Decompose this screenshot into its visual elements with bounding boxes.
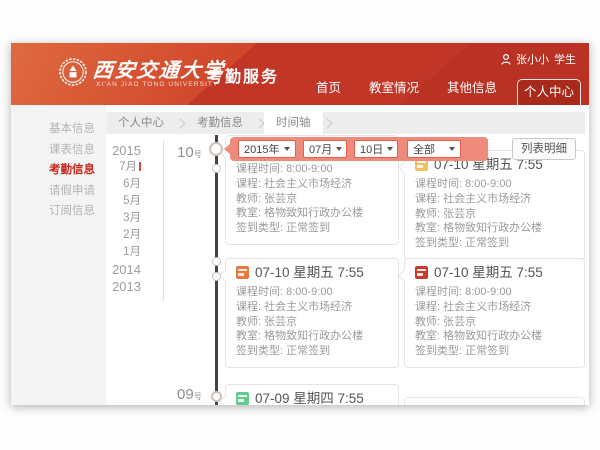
- card-field-教师: 教师: 张芸京: [415, 207, 574, 222]
- sidebar-item-timetable[interactable]: 课表信息: [11, 140, 106, 161]
- card-field-课程时间: 课程时间: 8:00-9:00: [415, 285, 574, 300]
- attendance-card-partial: [404, 397, 585, 405]
- year-dropdown[interactable]: 2015年: [238, 140, 296, 158]
- timeline-node: [212, 257, 221, 266]
- app-window: 西安交通大学 XI'AN JIAO TONG UNIVERSITY 考勤服务 张…: [11, 43, 589, 405]
- card-field-教师: 教师: 张芸京: [236, 192, 388, 207]
- nav-item-classrooms[interactable]: 教室情况: [355, 77, 433, 105]
- card-field-教师: 教师: 张芸京: [415, 315, 574, 330]
- timeline-node: [209, 142, 223, 156]
- category-dropdown-value: 全部: [413, 141, 435, 157]
- sidebar-item-subscription[interactable]: 订阅信息: [11, 201, 106, 222]
- card-field-签到类型: 签到类型: 正常签到: [236, 221, 388, 236]
- timeline-node: [212, 272, 221, 281]
- calendar-status-icon: [236, 266, 249, 279]
- card-field-签到类型: 签到类型: 正常签到: [415, 344, 574, 359]
- university-seal-icon: [58, 57, 88, 87]
- timeline-month-6[interactable]: 6月: [96, 176, 141, 193]
- attendance-card: 07-09 星期四 7:55: [225, 384, 399, 405]
- card-date: 07-10 星期五 7:55: [434, 265, 543, 280]
- card-field-课程时间: 课程时间: 8:00-9:00: [236, 162, 388, 177]
- card-field-教室: 教室: 格物致知行政办公楼: [236, 206, 388, 221]
- timeline-divider: [163, 141, 164, 301]
- timeline-month-3[interactable]: 3月: [96, 210, 141, 227]
- card-header: 07-10 星期五 7:55: [226, 259, 398, 282]
- timeline-year-2014[interactable]: 2014: [96, 261, 141, 278]
- day-dropdown[interactable]: 10日: [354, 140, 398, 158]
- year-dropdown-value: 2015年: [244, 141, 279, 157]
- card-field-课程: 课程: 社会主义市场经济: [236, 177, 388, 192]
- timeline-year-2015[interactable]: 2015: [96, 142, 141, 159]
- breadcrumb-attendance-info[interactable]: 考勤信息: [185, 112, 255, 134]
- nav-item-other-info[interactable]: 其他信息: [433, 77, 511, 105]
- timeline-year-2013[interactable]: 2013: [96, 278, 141, 295]
- calendar-status-icon: [415, 266, 428, 279]
- timeline-month-5[interactable]: 5月: [96, 193, 141, 210]
- header: 西安交通大学 XI'AN JIAO TONG UNIVERSITY 考勤服务 张…: [11, 43, 589, 105]
- user-info[interactable]: 张小小 学生: [501, 51, 576, 67]
- sidebar-item-basic-info[interactable]: 基本信息: [11, 119, 106, 140]
- card-date: 07-09 星期四 7:55: [255, 391, 364, 405]
- card-header: 07-09 星期四 7:55: [226, 385, 398, 405]
- calendar-status-icon: [236, 392, 249, 405]
- card-field-课程: 课程: 社会主义市场经济: [415, 192, 574, 207]
- timeline-month-1[interactable]: 1月: [96, 244, 141, 261]
- day-dropdown-value: 10日: [360, 141, 383, 157]
- card-field-教室: 教室: 格物致知行政办公楼: [236, 329, 388, 344]
- card-body: 课程时间: 8:00-9:00课程: 社会主义市场经济教师: 张芸京教室: 格物…: [226, 159, 398, 244]
- timeline-scale: 2015 7月 6月 5月 3月 2月 1月 2014 2013: [96, 142, 141, 295]
- card-header: 07-10 星期五 7:55: [405, 259, 584, 282]
- caret-down-icon: [284, 147, 290, 151]
- timeline-node: [212, 164, 221, 173]
- card-date: 07-10 星期五 7:55: [255, 265, 364, 280]
- sidebar-item-attendance[interactable]: 考勤信息: [11, 160, 106, 181]
- timeline-month-2[interactable]: 2月: [96, 227, 141, 244]
- card-field-课程时间: 课程时间: 8:00-9:00: [236, 285, 388, 300]
- card-field-签到类型: 签到类型: 正常签到: [415, 236, 574, 251]
- university-name-en: XI'AN JIAO TONG UNIVERSITY: [96, 81, 218, 88]
- card-field-签到类型: 签到类型: 正常签到: [236, 344, 388, 359]
- timeline-day-09: 09号: [177, 386, 202, 404]
- breadcrumb-personal-center[interactable]: 个人中心: [106, 112, 176, 134]
- card-field-课程: 课程: 社会主义市场经济: [236, 300, 388, 315]
- attendance-card: 07-10 星期五 7:55 课程时间: 8:00-9:00课程: 社会主义市场…: [225, 258, 399, 368]
- timeline-node: [211, 391, 222, 402]
- card-field-教师: 教师: 张芸京: [236, 315, 388, 330]
- timeline-month-7[interactable]: 7月: [96, 159, 141, 176]
- user-name: 张小小: [516, 51, 549, 67]
- card-field-教室: 教室: 格物致知行政办公楼: [415, 329, 574, 344]
- caret-down-icon: [449, 147, 455, 151]
- attendance-card: 07-10 星期五 7:55 课程时间: 8:00-9:00课程: 社会主义市场…: [404, 150, 585, 260]
- card-field-课程时间: 课程时间: 8:00-9:00: [415, 177, 574, 192]
- timeline-day-10: 10号: [177, 144, 202, 162]
- timeline-axis: [215, 135, 218, 405]
- user-role: 学生: [554, 51, 576, 67]
- date-filter-bar: 2015年 07月 10日 全部: [230, 137, 488, 161]
- nav-item-personal-center[interactable]: 个人中心: [517, 79, 581, 105]
- month-dropdown[interactable]: 07月: [303, 140, 347, 158]
- card-body: 课程时间: 8:00-9:00课程: 社会主义市场经济教师: 张芸京教室: 格物…: [405, 174, 584, 259]
- caret-down-icon: [387, 147, 393, 151]
- nav-item-home[interactable]: 首页: [302, 77, 355, 105]
- chevron-right-icon: [322, 118, 332, 128]
- user-icon: [501, 54, 511, 65]
- main-nav: 首页 教室情况 其他信息 个人中心: [302, 77, 581, 105]
- sidebar: 基本信息 课表信息 考勤信息 请假申请 订阅信息: [11, 105, 106, 405]
- breadcrumb: 个人中心 考勤信息 时间轴: [106, 112, 585, 134]
- month-dropdown-value: 07月: [309, 141, 332, 157]
- card-field-教室: 教室: 格物致知行政办公楼: [415, 221, 574, 236]
- service-title: 考勤服务: [207, 63, 279, 87]
- card-field-课程: 课程: 社会主义市场经济: [415, 300, 574, 315]
- sidebar-item-leave-request[interactable]: 请假申请: [11, 181, 106, 202]
- chevron-right-icon: [255, 118, 265, 128]
- breadcrumb-timeline[interactable]: 时间轴: [264, 112, 323, 134]
- card-body: 课程时间: 8:00-9:00课程: 社会主义市场经济教师: 张芸京教室: 格物…: [405, 282, 584, 367]
- category-dropdown[interactable]: 全部: [407, 140, 461, 158]
- list-detail-button[interactable]: 列表明细: [512, 138, 576, 160]
- card-body: 课程时间: 8:00-9:00课程: 社会主义市场经济教师: 张芸京教室: 格物…: [226, 282, 398, 367]
- attendance-card: 07-10 星期五 7:55 课程时间: 8:00-9:00课程: 社会主义市场…: [404, 258, 585, 368]
- caret-down-icon: [336, 147, 342, 151]
- chevron-right-icon: [176, 118, 186, 128]
